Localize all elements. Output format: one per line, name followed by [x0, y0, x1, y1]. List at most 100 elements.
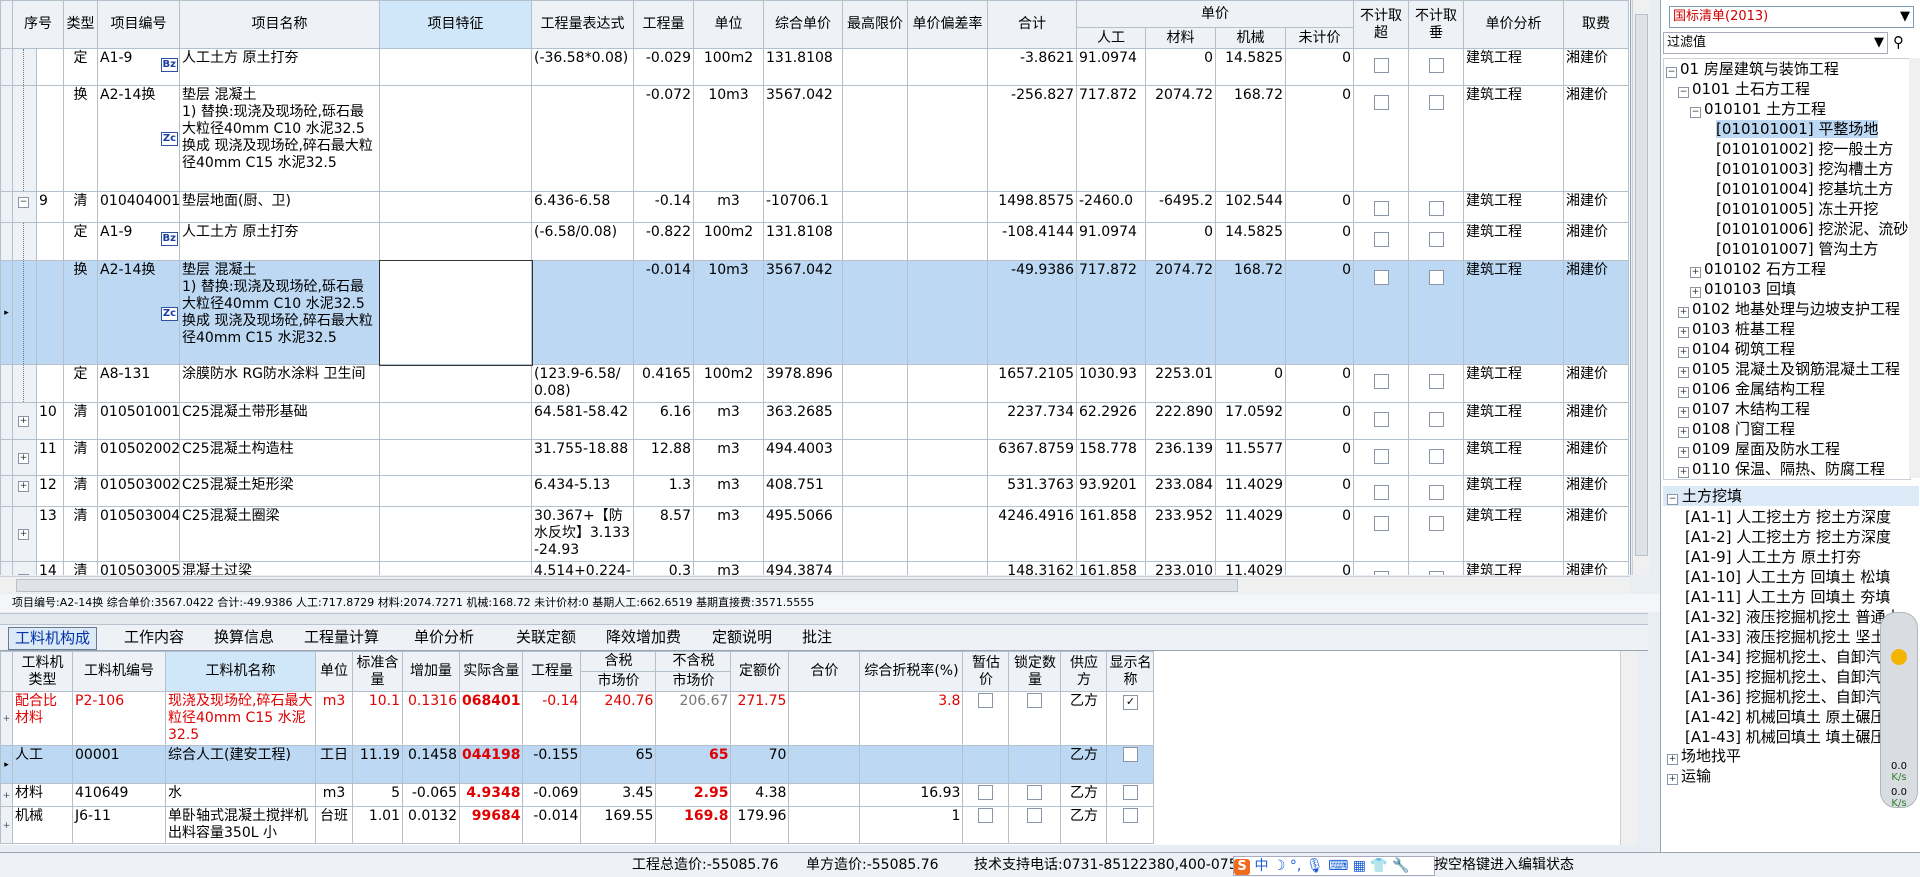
row-unit[interactable]: 100m2: [693, 48, 764, 86]
material-show-checkbox[interactable]: [1106, 783, 1155, 807]
checkbox[interactable]: [1428, 270, 1444, 285]
material-row[interactable]: + 机械 J6-11 单卧轴式混凝土搅拌机 出料容量350L 小台班 1.01 0.013…: [0, 806, 1155, 844]
checkbox[interactable]: [978, 808, 994, 823]
boq-horizontal-scrollbar[interactable]: [0, 576, 1630, 593]
ime-toolbar[interactable]: S 中 ☽ °, 🎙 ⌨ ▦ 👕 🔧: [1233, 856, 1435, 876]
row-qty[interactable]: -0.14: [633, 191, 694, 223]
quota-item[interactable]: [A1-36] 挖掘机挖土、自卸汽车: [1685, 687, 1896, 707]
col-labor[interactable]: 人工: [1076, 27, 1146, 49]
row-novert-checkbox[interactable]: [1408, 191, 1464, 223]
row-qty[interactable]: 1.3: [633, 475, 694, 507]
row-nocap-checkbox[interactable]: [1353, 191, 1409, 223]
material-row[interactable]: ▸ 人工 00001 综合人工(建安工程) 工日 11.19 0.1458 044198 -0.…: [0, 745, 1155, 784]
row-analysis[interactable]: 建筑工程: [1463, 475, 1564, 507]
row-qty[interactable]: -0.014: [633, 260, 694, 365]
row-feature[interactable]: [379, 222, 532, 261]
checkbox[interactable]: [1428, 516, 1444, 531]
ime-keyboard-icon[interactable]: ⌨: [1328, 858, 1348, 874]
col-uprice[interactable]: 综合单价: [763, 0, 843, 49]
sub-col-show[interactable]: 显示名称: [1106, 651, 1155, 692]
row-expr[interactable]: 64.581-58.42: [531, 402, 634, 440]
row-header[interactable]: [0, 191, 13, 223]
row-nocap-checkbox[interactable]: [1353, 85, 1409, 192]
quota-item[interactable]: [A1-43] 机械回填土 填土碾压: [1685, 727, 1886, 747]
row-nocap-checkbox[interactable]: [1353, 439, 1409, 476]
row-feature[interactable]: [379, 561, 532, 575]
material-est-checkbox[interactable]: [962, 806, 1010, 844]
col-unit[interactable]: 单位: [693, 0, 764, 49]
tree-node[interactable]: [010101001] 平整场地: [1702, 119, 1879, 139]
row-unit[interactable]: 10m3: [693, 260, 764, 365]
row-take[interactable]: 湘建价: [1563, 48, 1629, 86]
sub-col-rate[interactable]: 综合折税率(%): [859, 651, 964, 692]
expand-icon[interactable]: +: [3, 791, 11, 801]
checkbox[interactable]: [1428, 412, 1444, 427]
expand-icon[interactable]: +: [1667, 754, 1678, 765]
ime-shirt-icon[interactable]: 👕: [1370, 858, 1387, 874]
sub-col-std[interactable]: 标准含量: [352, 651, 403, 692]
row-maxlimit[interactable]: [842, 85, 908, 192]
tab-quantity-calc[interactable]: 工程量计算: [298, 627, 385, 648]
row-qty[interactable]: -0.822: [633, 222, 694, 261]
boq-row[interactable]: 定 A8-131 涂膜防水 RG防水涂料 卫生间 (123.9-6.58/0.08) 0…: [0, 364, 1629, 403]
panel-splitter[interactable]: [0, 613, 1648, 625]
row-tree-toggle[interactable]: +: [12, 475, 37, 507]
row-novert-checkbox[interactable]: [1408, 475, 1464, 507]
col-uncounted[interactable]: 未计价: [1285, 27, 1354, 49]
filter-select[interactable]: 过滤值 ▼: [1663, 32, 1888, 54]
material-lock-checkbox[interactable]: [1008, 783, 1062, 807]
checkbox[interactable]: [1373, 270, 1389, 285]
material-name[interactable]: 单卧轴式混凝土搅拌机 出料容量350L 小: [165, 806, 316, 844]
row-nocap-checkbox[interactable]: [1353, 222, 1409, 261]
sub-col-qty[interactable]: 工程量: [522, 651, 582, 692]
row-header[interactable]: [0, 222, 13, 261]
row-nocap-checkbox[interactable]: [1353, 506, 1409, 562]
material-supplier[interactable]: 乙方: [1060, 691, 1108, 746]
expand-icon[interactable]: +: [18, 453, 29, 464]
checkbox[interactable]: [1428, 232, 1444, 247]
material-unit[interactable]: 台班: [315, 806, 353, 844]
row-name[interactable]: C25混凝土圈梁: [179, 506, 380, 562]
expand-icon[interactable]: +: [1678, 467, 1689, 478]
ime-mic-icon[interactable]: 🎙: [1306, 858, 1324, 874]
ime-moon-icon[interactable]: ☽: [1273, 858, 1286, 874]
material-actual[interactable]: 044198: [458, 745, 524, 784]
material-supplier[interactable]: 乙方: [1060, 783, 1108, 807]
col-material[interactable]: 材料: [1145, 27, 1216, 49]
col-analysis[interactable]: 单价分析: [1463, 0, 1564, 49]
expand-icon[interactable]: +: [1667, 774, 1678, 785]
material-actual[interactable]: 068401: [458, 691, 524, 746]
quota-section-header[interactable]: − 土方挖填: [1663, 486, 1919, 506]
tree-node[interactable]: +0109 屋面及防水工程: [1678, 439, 1840, 459]
col-name[interactable]: 项目名称: [179, 0, 380, 49]
material-show-checkbox[interactable]: [1106, 745, 1155, 784]
row-code[interactable]: 010501001: [97, 402, 180, 440]
row-expr[interactable]: 31.755-18.88: [531, 439, 634, 476]
col-nocap[interactable]: 不计取超: [1353, 0, 1409, 49]
ime-grid-icon[interactable]: ▦: [1353, 858, 1366, 874]
material-lock-checkbox[interactable]: [1008, 745, 1062, 784]
row-name[interactable]: 垫层 混凝土 1) 替换:现浇及现场砼,砾石最大粒径40mm C10 水泥32.…: [179, 260, 380, 365]
row-nocap-checkbox[interactable]: [1353, 402, 1409, 440]
sub-col-lock[interactable]: 锁定数量: [1008, 651, 1062, 692]
material-unit[interactable]: m3: [315, 783, 353, 807]
row-take[interactable]: 湘建价: [1563, 260, 1629, 365]
row-expr[interactable]: (123.9-6.58/0.08): [531, 364, 634, 403]
checkbox[interactable]: [1122, 808, 1138, 823]
checkbox[interactable]: [1373, 516, 1389, 531]
row-header[interactable]: ▸: [0, 745, 13, 784]
row-expr[interactable]: 4.514+0.224-4.44: [531, 561, 634, 575]
checkbox[interactable]: [1027, 785, 1043, 800]
row-header[interactable]: [0, 85, 13, 192]
row-feature[interactable]: [379, 85, 532, 192]
row-novert-checkbox[interactable]: [1408, 260, 1464, 365]
row-take[interactable]: 湘建价: [1563, 439, 1629, 476]
row-novert-checkbox[interactable]: [1408, 222, 1464, 261]
collapse-icon[interactable]: −: [18, 197, 29, 208]
collapse-icon[interactable]: −: [1690, 107, 1701, 118]
row-unit[interactable]: m3: [693, 506, 764, 562]
material-tax-price[interactable]: 240.76: [580, 691, 657, 746]
checkbox[interactable]: [978, 693, 994, 708]
boq-row[interactable]: 定 A1-9 Bz 人工土方 原土打夯 (-6.58/0.08) -0.822 100m2 1…: [0, 222, 1629, 261]
row-qty[interactable]: 12.88: [633, 439, 694, 476]
